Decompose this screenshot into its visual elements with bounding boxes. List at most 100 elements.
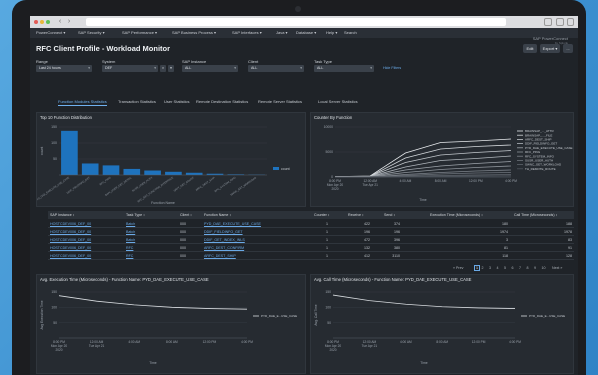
x-axis-label: Time xyxy=(420,361,428,365)
client-select[interactable]: ALL ▾ xyxy=(248,65,304,72)
table-row[interactable]: HOSTCDEV006_DEF_00 RFC 000 ARFC_DEST_SHIP 1 4… xyxy=(48,252,574,260)
pager-next[interactable]: Next » xyxy=(552,266,562,270)
pager-page[interactable]: 6 xyxy=(512,266,514,270)
task-type-select[interactable]: ALL ▾ xyxy=(314,65,374,72)
export-button[interactable]: Export ▾ xyxy=(540,44,560,53)
edit-button[interactable]: Edit xyxy=(523,44,537,53)
avg-exec-line-chart: 15010050Avg Execution Time8:00 PMMon Apr… xyxy=(40,290,297,365)
table-cell: 380 xyxy=(394,246,400,250)
minimize-window-icon[interactable] xyxy=(40,20,44,24)
pager-page[interactable]: 10 xyxy=(542,266,546,270)
pager-page[interactable]: 8 xyxy=(527,266,529,270)
table-cell[interactable]: DDIF_FIELDINFO_GET xyxy=(204,230,243,234)
pager-page[interactable]: 2 xyxy=(482,266,484,270)
bar xyxy=(185,172,203,175)
table-cell[interactable]: HOSTCDEV006_DEF_00 xyxy=(50,246,91,250)
menu-powerconnect[interactable]: PowerConnect ▾ xyxy=(36,30,65,35)
maximize-window-icon[interactable] xyxy=(46,20,50,24)
col-sap-instance[interactable]: SAP Instance ↕ xyxy=(50,213,75,217)
pager-page[interactable]: 9 xyxy=(534,266,536,270)
table-cell: 3110 xyxy=(392,254,400,258)
system-select[interactable]: DEF ▾ xyxy=(102,65,158,72)
tab-user[interactable]: User Statistics xyxy=(164,99,190,104)
table-cell[interactable]: RFC xyxy=(126,254,133,258)
avg-exec-panel: Avg. Execution Time (Microseconds) - Fun… xyxy=(36,274,306,374)
table-cell: 000 xyxy=(180,246,186,250)
table-row[interactable]: HOSTCDEV006_DEF_00 Batch 000 PYD_DAE_EXECUT… xyxy=(48,220,574,228)
table-cell[interactable]: RFC xyxy=(126,246,133,250)
col-receive[interactable]: Receive ↕ xyxy=(348,213,364,217)
tab-remote-destination[interactable]: Remote Destination Statistics xyxy=(196,99,248,104)
bar xyxy=(81,163,99,175)
menu-sap-business-process[interactable]: SAP Business Process ▾ xyxy=(172,30,216,35)
pager-page[interactable]: 7 xyxy=(519,266,521,270)
y-tick-label: 150 xyxy=(325,290,331,294)
x-tick-label: 2020 xyxy=(55,348,62,352)
new-tab-icon[interactable] xyxy=(567,18,574,26)
col-client[interactable]: Client ↕ xyxy=(180,213,192,217)
table-cell: 196 xyxy=(364,230,370,234)
tab-transaction[interactable]: Transaction Statistics xyxy=(118,99,156,104)
x-axis-label: Function Name xyxy=(151,201,175,205)
system-expand-icon[interactable]: ▾ xyxy=(168,65,174,72)
system-value: DEF xyxy=(105,66,113,70)
share-icon[interactable] xyxy=(544,18,552,26)
hide-filters-link[interactable]: Hide Filters xyxy=(383,66,401,70)
table-cell[interactable]: ARFC_DEST_SHIP xyxy=(204,254,236,258)
table-cell: 000 xyxy=(180,222,186,226)
table-row[interactable]: HOSTCDEV006_DEF_00 Batch 000 DDIF_FIELDINFO… xyxy=(48,228,574,236)
pager-prev[interactable]: « Prev xyxy=(453,266,463,270)
table-cell[interactable]: DDIF_GET_INDEX_INLS xyxy=(204,238,245,242)
col-counter[interactable]: Counter ↕ xyxy=(314,213,330,217)
menu-sap-interfaces[interactable]: SAP Interfaces ▾ xyxy=(232,30,262,35)
col-task-type[interactable]: Task Type ↕ xyxy=(126,213,145,217)
y-tick-label: 100 xyxy=(51,141,57,145)
x-tick-label: 4:00 PM xyxy=(241,340,253,344)
instance-select[interactable]: ALL ▾ xyxy=(182,65,238,72)
menu-sap-performance[interactable]: SAP Performance ▾ xyxy=(122,30,157,35)
table-cell: 188 xyxy=(566,222,572,226)
col-call-time[interactable]: Call Time (Microseconds) ↕ xyxy=(514,213,557,217)
tabs-icon[interactable] xyxy=(556,18,564,26)
menu-database[interactable]: Database ▾ xyxy=(296,30,316,35)
col-function-name[interactable]: Function Name ↕ xyxy=(204,213,231,217)
table-row[interactable]: HOSTCDEV006_DEF_00 RFC 000 ARFC_DEST_CONFIR… xyxy=(48,244,574,252)
pager-page[interactable]: 3 xyxy=(489,266,491,270)
tab-remote-server[interactable]: Remote Server Statistics xyxy=(258,99,302,104)
system-clear-icon[interactable]: × xyxy=(160,65,166,72)
range-select[interactable]: Last 24 hours ▾ xyxy=(36,65,92,72)
table-cell[interactable]: HOSTCDEV006_DEF_00 xyxy=(50,254,91,258)
menu-sap-security[interactable]: SAP Security ▾ xyxy=(78,30,105,35)
back-icon[interactable]: ‹ xyxy=(56,18,64,26)
table-cell[interactable]: Batch xyxy=(126,230,135,234)
address-bar[interactable] xyxy=(86,18,506,26)
pager-page[interactable]: 4 xyxy=(497,266,499,270)
table-cell: 3 xyxy=(506,238,508,242)
close-window-icon[interactable] xyxy=(34,20,38,24)
menu-java[interactable]: Java ▾ xyxy=(276,30,288,35)
table-cell[interactable]: Batch xyxy=(126,238,135,242)
table-cell: 000 xyxy=(180,254,186,258)
y-tick-label: 150 xyxy=(51,290,57,294)
table-cell: 374 xyxy=(394,222,400,226)
pager-page[interactable]: 1 xyxy=(474,265,480,271)
pager-page[interactable]: 5 xyxy=(504,266,506,270)
table-cell[interactable]: HOSTCDEV006_DEF_00 xyxy=(50,222,91,226)
tab-local-server[interactable]: Local Server Statistics xyxy=(318,99,358,104)
app-menu-bar: PowerConnect ▾ SAP Security ▾ SAP Perfor… xyxy=(30,28,578,38)
forward-icon[interactable]: › xyxy=(65,18,73,26)
table-row[interactable]: HOSTCDEV006_DEF_00 Batch 000 DDIF_GET_INDEX… xyxy=(48,236,574,244)
table-cell[interactable]: Batch xyxy=(126,222,135,226)
tab-function-modules[interactable]: Function Modules Statistics xyxy=(58,99,107,106)
table-cell[interactable]: HOSTCDEV006_DEF_00 xyxy=(50,238,91,242)
col-execution-time[interactable]: Execution Time (Microseconds) ↕ xyxy=(430,213,483,217)
menu-search[interactable]: Search xyxy=(344,30,357,35)
table-cell[interactable]: PYD_DAE_EXECUTE_USE_CASE xyxy=(204,222,261,226)
col-send[interactable]: Send ↕ xyxy=(384,213,395,217)
table-cell[interactable]: HOSTCDEV006_DEF_00 xyxy=(50,230,91,234)
table-cell[interactable]: ARFC_DEST_CONFIRM xyxy=(204,246,244,250)
table-cell: 1978 xyxy=(564,230,572,234)
more-button[interactable]: ... xyxy=(563,44,573,53)
table-cell: 1 xyxy=(326,238,328,242)
menu-help[interactable]: Help ▾ xyxy=(326,30,337,35)
